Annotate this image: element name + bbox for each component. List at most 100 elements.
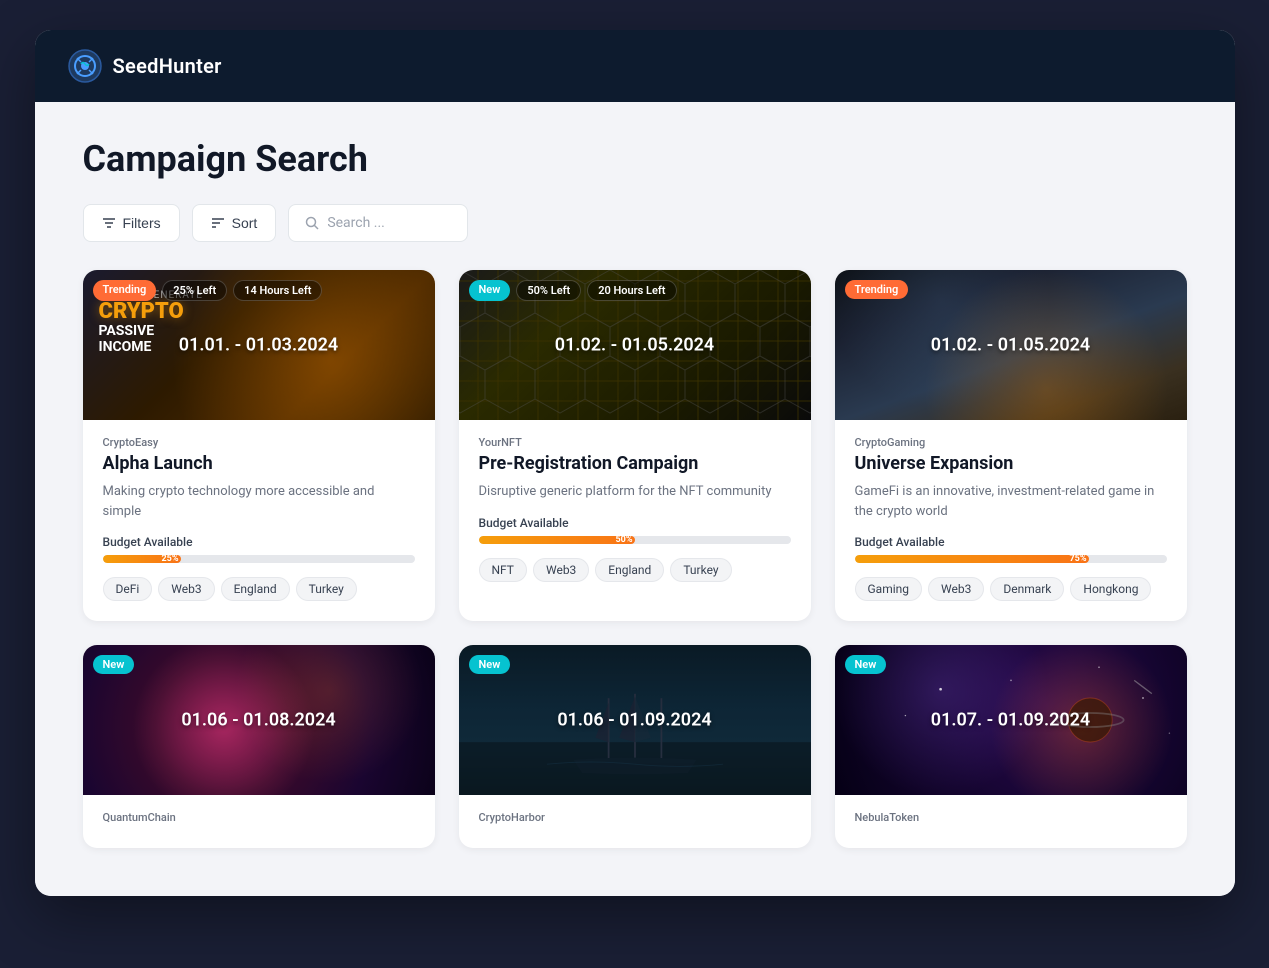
card-title-2: Pre-Registration Campaign [479, 453, 791, 474]
search-placeholder: Search ... [327, 215, 385, 231]
card-company-6: NebulaToken [855, 811, 1167, 824]
budget-1: Budget Available 25% [103, 535, 415, 563]
sort-button[interactable]: Sort [192, 204, 277, 242]
card-company-2: YourNFT [479, 436, 791, 449]
badge-new-5: New [469, 655, 511, 674]
badge-time-1: 14 Hours Left [233, 280, 322, 301]
campaign-card-6[interactable]: New 01.07. - 01.09.2024 NebulaToken [835, 645, 1187, 848]
card-title-3: Universe Expansion [855, 453, 1167, 474]
tag: Turkey [296, 577, 357, 601]
filters-icon [102, 216, 116, 230]
badge-time-2: 20 Hours Left [587, 280, 676, 301]
card-company-5: CryptoHarbor [479, 811, 791, 824]
logo: SeedHunter [67, 48, 222, 84]
card-image-5: New 01.06 - 01.09.2024 [459, 645, 811, 795]
card-desc-2: Disruptive generic platform for the NFT … [479, 482, 791, 502]
ship-svg [459, 675, 811, 795]
card-date-5: 01.06 - 01.09.2024 [557, 710, 711, 731]
logo-icon [67, 48, 103, 84]
card-date-6: 01.07. - 01.09.2024 [931, 710, 1090, 731]
card-tags-1: DeFi Web3 England Turkey [103, 577, 415, 601]
card-image-6: New 01.07. - 01.09.2024 [835, 645, 1187, 795]
budget-fill-1: 25% [103, 555, 181, 563]
badge-pct-1: 25% Left [162, 280, 227, 301]
card-badges-6: New [845, 655, 887, 674]
campaign-card-5[interactable]: New 01.06 - 01.09.2024 CryptoHarbor [459, 645, 811, 848]
card-badges-2: New 50% Left 20 Hours Left [469, 280, 677, 301]
tag: Web3 [158, 577, 214, 601]
card-title-1: Alpha Launch [103, 453, 415, 474]
tag: Web3 [533, 558, 589, 582]
sort-label: Sort [232, 215, 258, 231]
card-desc-3: GameFi is an innovative, investment-rela… [855, 482, 1167, 521]
app-window: SeedHunter Campaign Search Filters [35, 30, 1235, 896]
card-badges-5: New [469, 655, 511, 674]
search-icon [305, 216, 319, 230]
card-badges-4: New [93, 655, 135, 674]
tag: Hongkong [1070, 577, 1151, 601]
card-body-5: CryptoHarbor [459, 795, 811, 848]
tag: Web3 [928, 577, 984, 601]
main-content: Campaign Search Filters Sort [35, 102, 1235, 896]
budget-label-3: Budget Available [855, 535, 1167, 549]
logo-text: SeedHunter [113, 54, 222, 78]
budget-2: Budget Available 50% [479, 516, 791, 544]
budget-label-2: Budget Available [479, 516, 791, 530]
card-tags-2: NFT Web3 England Turkey [479, 558, 791, 582]
budget-bar-1: 25% [103, 555, 415, 563]
card-date-2: 01.02. - 01.05.2024 [555, 335, 714, 356]
card-desc-1: Making crypto technology more accessible… [103, 482, 415, 521]
page-title: Campaign Search [83, 138, 1187, 180]
card-image-3: Trending 01.02. - 01.05.2024 [835, 270, 1187, 420]
card-body-4: QuantumChain [83, 795, 435, 848]
budget-bar-3: 75% [855, 555, 1167, 563]
campaign-card-1[interactable]: HOW TO GENERATE CRYPTO PASSIVE INCOME Tr… [83, 270, 435, 621]
campaign-card-3[interactable]: Trending 01.02. - 01.05.2024 CryptoGamin… [835, 270, 1187, 621]
card-image-4: New 01.06 - 01.08.2024 [83, 645, 435, 795]
badge-trending-1: Trending [93, 280, 157, 301]
card-body-1: CryptoEasy Alpha Launch Making crypto te… [83, 420, 435, 621]
tag: NFT [479, 558, 527, 582]
badge-new-4: New [93, 655, 135, 674]
tag: Gaming [855, 577, 923, 601]
card-company-1: CryptoEasy [103, 436, 415, 449]
card-company-4: QuantumChain [103, 811, 415, 824]
card-body-3: CryptoGaming Universe Expansion GameFi i… [835, 420, 1187, 621]
card-body-2: YourNFT Pre-Registration Campaign Disrup… [459, 420, 811, 602]
badge-new-6: New [845, 655, 887, 674]
budget-pct-1: 25% [162, 555, 179, 563]
campaign-card-2[interactable]: New 50% Left 20 Hours Left 01.02. - 01.0… [459, 270, 811, 621]
budget-pct-2: 50% [616, 536, 633, 544]
budget-bar-2: 50% [479, 536, 791, 544]
badge-trending-3: Trending [845, 280, 909, 299]
header: SeedHunter [35, 30, 1235, 102]
tag: DeFi [103, 577, 153, 601]
filters-label: Filters [123, 215, 161, 231]
search-box[interactable]: Search ... [288, 204, 468, 242]
card-company-3: CryptoGaming [855, 436, 1167, 449]
card-badges-3: Trending [845, 280, 909, 299]
card-image-1: HOW TO GENERATE CRYPTO PASSIVE INCOME Tr… [83, 270, 435, 420]
tag: Denmark [990, 577, 1064, 601]
sort-icon [211, 216, 225, 230]
filters-button[interactable]: Filters [83, 204, 180, 242]
tag: Turkey [670, 558, 731, 582]
budget-fill-3: 75% [855, 555, 1089, 563]
card-tags-3: Gaming Web3 Denmark Hongkong [855, 577, 1167, 601]
budget-pct-3: 75% [1070, 555, 1087, 563]
card-date-4: 01.06 - 01.08.2024 [181, 710, 335, 731]
toolbar: Filters Sort Search ... [83, 204, 1187, 242]
budget-fill-2: 50% [479, 536, 635, 544]
tag: England [221, 577, 290, 601]
card-date-3: 01.02. - 01.05.2024 [931, 335, 1090, 356]
budget-label-1: Budget Available [103, 535, 415, 549]
card-body-6: NebulaToken [835, 795, 1187, 848]
badge-new-2: New [469, 280, 511, 301]
budget-3: Budget Available 75% [855, 535, 1167, 563]
card-image-2: New 50% Left 20 Hours Left 01.02. - 01.0… [459, 270, 811, 420]
card-badges-1: Trending 25% Left 14 Hours Left [93, 280, 323, 301]
cards-grid: HOW TO GENERATE CRYPTO PASSIVE INCOME Tr… [83, 270, 1187, 848]
badge-pct-2: 50% Left [516, 280, 581, 301]
campaign-card-4[interactable]: New 01.06 - 01.08.2024 QuantumChain [83, 645, 435, 848]
card-date-1: 01.01. - 01.03.2024 [179, 335, 338, 356]
